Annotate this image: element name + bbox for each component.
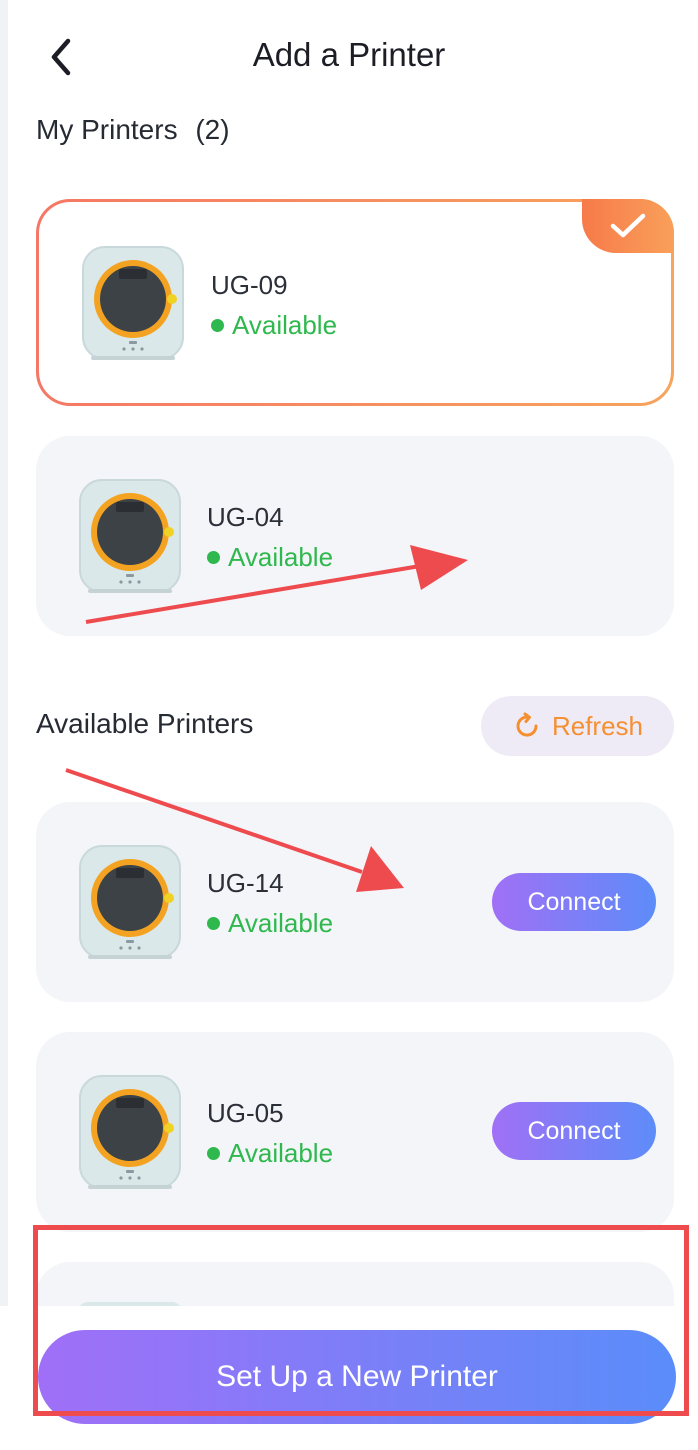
my-printers-heading: My Printers (2) — [36, 114, 230, 146]
checkmark-icon — [610, 213, 646, 238]
printer-image — [79, 1075, 181, 1190]
status-dot-icon — [211, 319, 224, 332]
status-label: Available — [232, 310, 338, 340]
my-printers-title: My Printers — [36, 114, 178, 145]
printer-card-ug-14[interactable]: UG-14 Available Connect — [36, 802, 674, 1002]
printer-image — [79, 479, 181, 594]
printer-status: Available — [207, 542, 333, 573]
printer-name: UG-05 — [207, 1098, 284, 1128]
my-printers-count: (2) — [195, 114, 230, 145]
status-label: Available — [228, 1138, 334, 1168]
status-label: Available — [228, 542, 334, 572]
printer-card-ug-05[interactable]: UG-05 Available Connect — [36, 1032, 674, 1232]
printer-status: Available — [207, 1138, 333, 1169]
set-up-new-printer-button[interactable]: Set Up a New Printer — [38, 1330, 676, 1424]
refresh-icon — [516, 712, 538, 737]
printer-status: Available — [211, 310, 337, 341]
available-printers-title: Available Printers — [36, 708, 254, 739]
status-dot-icon — [207, 1147, 220, 1160]
selected-badge — [582, 199, 674, 253]
printer-card-ug-09[interactable]: UG-09 Available — [36, 199, 674, 406]
left-edge-strip — [0, 0, 8, 1450]
printer-card-ug-04[interactable]: UG-04 Available — [36, 436, 674, 636]
page-title: Add a Printer — [252, 36, 446, 73]
printer-image — [79, 845, 181, 960]
printer-name: UG-09 — [211, 270, 288, 300]
printer-name: UG-04 — [207, 502, 284, 532]
status-label: Available — [228, 908, 334, 938]
refresh-label: Refresh — [551, 710, 644, 741]
printer-status: Available — [207, 908, 333, 939]
printer-image — [82, 246, 184, 361]
printer-name: UG-14 — [207, 868, 284, 898]
header: Add a Printer — [0, 0, 698, 115]
connect-button[interactable]: Connect — [492, 1102, 656, 1160]
connect-button[interactable]: Connect — [492, 873, 656, 931]
status-dot-icon — [207, 917, 220, 930]
status-dot-icon — [207, 551, 220, 564]
refresh-button[interactable]: Refresh — [481, 696, 674, 756]
